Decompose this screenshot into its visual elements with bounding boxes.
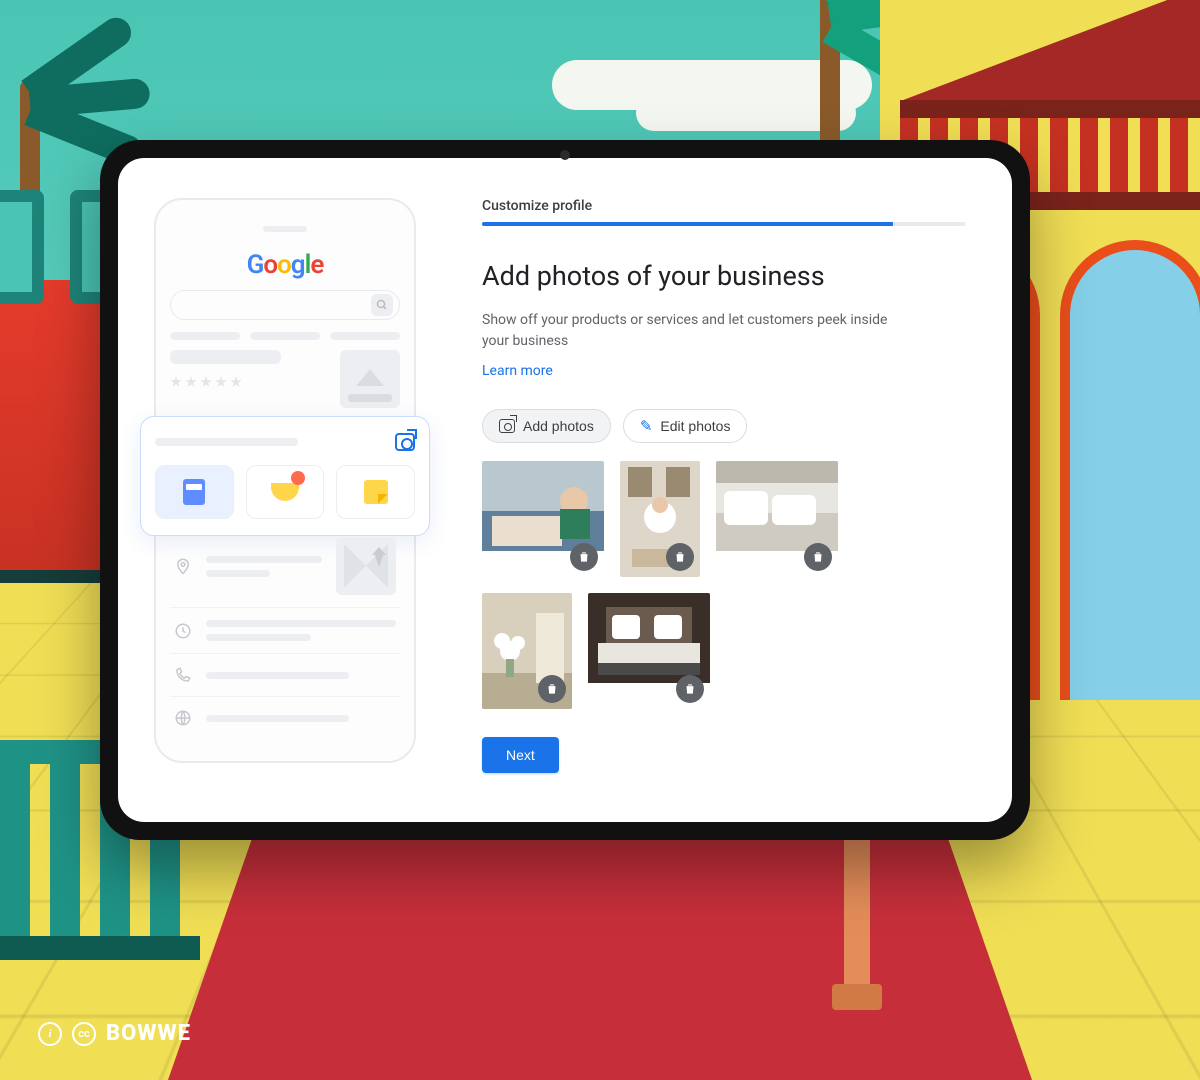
storefront-thumb-icon: [340, 350, 400, 408]
pencil-icon: ✎: [640, 417, 653, 435]
progress-bar: [482, 222, 966, 226]
pin-icon: [174, 557, 192, 575]
search-bar-placeholder: [170, 290, 400, 320]
photo-tile: [155, 465, 234, 519]
search-icon: [371, 294, 393, 316]
uploaded-photo[interactable]: [716, 461, 838, 577]
step-label: Customize profile: [482, 198, 966, 214]
google-logo: Google: [170, 250, 400, 280]
tablet-frame: Google: [100, 140, 1030, 840]
photos-preview-card: [140, 416, 430, 536]
delete-photo-button[interactable]: [804, 543, 832, 571]
phone-icon: [174, 666, 192, 684]
delete-photo-button[interactable]: [570, 543, 598, 571]
uploaded-photo[interactable]: [620, 461, 700, 577]
uploaded-photos-grid: [482, 461, 922, 709]
attribution-footer: i cc BOWWE: [38, 1021, 191, 1046]
uploaded-photo[interactable]: [588, 593, 710, 709]
cc-icon: cc: [72, 1022, 96, 1046]
delete-photo-button[interactable]: [538, 675, 566, 703]
edit-photos-button[interactable]: ✎ Edit photos: [623, 409, 748, 443]
bowwe-logo: BOWWE: [106, 1021, 191, 1046]
globe-icon: [174, 709, 192, 727]
phone-preview: Google: [154, 198, 416, 763]
delete-photo-button[interactable]: [666, 543, 694, 571]
tablet-camera: [560, 150, 570, 160]
photo-tile: [246, 465, 325, 519]
uploaded-photo[interactable]: [482, 461, 604, 577]
add-photos-button[interactable]: Add photos: [482, 409, 611, 443]
camera-plus-icon: [499, 419, 515, 433]
app-screen: Google: [118, 158, 1012, 822]
delete-photo-button[interactable]: [676, 675, 704, 703]
photo-tile: [336, 465, 415, 519]
learn-more-link[interactable]: Learn more: [482, 363, 553, 379]
chip-label: Add photos: [523, 418, 594, 434]
page-subtitle: Show off your products or services and l…: [482, 310, 902, 352]
next-button[interactable]: Next: [482, 737, 559, 773]
map-thumb: [336, 537, 396, 595]
attribution-icon: i: [38, 1022, 62, 1046]
uploaded-photo[interactable]: [482, 593, 572, 709]
clock-icon: [174, 622, 192, 640]
page-title: Add photos of your business: [482, 260, 966, 292]
chip-label: Edit photos: [660, 418, 730, 434]
add-photo-icon: [395, 433, 415, 451]
